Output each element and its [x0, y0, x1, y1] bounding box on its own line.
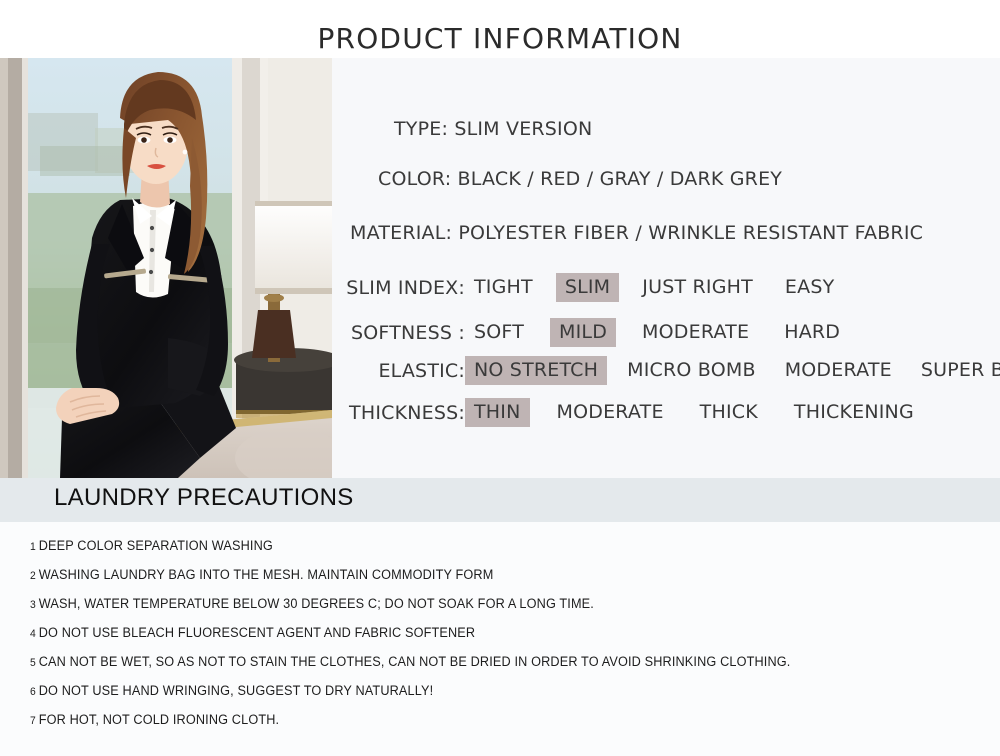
option-elastic-super-bomb[interactable]: SUPER BOMB	[912, 356, 1000, 385]
spec-row-elastic: ELASTIC: NO STRETCH MICRO BOMB MODERATE …	[342, 356, 1000, 385]
laundry-item-number: 7	[30, 715, 36, 727]
laundry-item-number: 4	[30, 628, 36, 640]
list-item: 2 WASHING LAUNDRY BAG INTO THE MESH. MAIN…	[30, 567, 493, 582]
laundry-item-text: WASH, WATER TEMPERATURE BELOW 30 DEGREES…	[38, 596, 594, 611]
laundry-item-number: 2	[30, 570, 36, 582]
laundry-item-number: 1	[30, 541, 36, 553]
option-thickness-thin[interactable]: THIN	[465, 398, 530, 427]
option-slim-index-easy[interactable]: EASY	[776, 273, 843, 302]
product-photo-illustration	[0, 58, 332, 478]
list-item: 6 DO NOT USE HAND WRINGING, SUGGEST TO DR…	[30, 683, 433, 698]
option-elastic-no-stretch[interactable]: NO STRETCH	[465, 356, 608, 385]
list-item: 5 CAN NOT BE WET, SO AS NOT TO STAIN THE …	[30, 654, 790, 669]
laundry-item-number: 6	[30, 686, 36, 698]
spec-row-softness: SOFTNESS : SOFT MILD MODERATE HARD	[342, 318, 866, 347]
list-item: 3 WASH, WATER TEMPERATURE BELOW 30 DEGREE…	[30, 596, 594, 611]
option-elastic-moderate[interactable]: MODERATE	[776, 356, 901, 385]
spec-color: COLOR: BLACK / RED / GRAY / DARK GREY	[378, 168, 783, 190]
laundry-item-text: WASHING LAUNDRY BAG INTO THE MESH. MAINT…	[38, 567, 494, 582]
page-title: PRODUCT INFORMATION	[317, 22, 683, 55]
row-label-elastic: ELASTIC:	[378, 359, 465, 382]
laundry-header-band: LAUNDRY PRECAUTIONS	[0, 478, 1000, 522]
laundry-list: 1 DEEP COLOR SEPARATION WASHING 2 WASHING …	[0, 522, 1000, 756]
laundry-item-text: DO NOT USE BLEACH FLUORESCENT AGENT AND …	[38, 625, 476, 640]
option-slim-index-just-right[interactable]: JUST RIGHT	[633, 273, 762, 302]
list-item: 1 DEEP COLOR SEPARATION WASHING	[30, 538, 273, 553]
list-item: 7 FOR HOT, NOT COLD IRONING CLOTH.	[30, 712, 279, 727]
spec-type: TYPE: SLIM VERSION	[394, 118, 593, 140]
laundry-item-text: DEEP COLOR SEPARATION WASHING	[38, 538, 273, 553]
spec-row-slim-index: SLIM INDEX: TIGHT SLIM JUST RIGHT EASY	[342, 273, 857, 302]
option-softness-mild[interactable]: MILD	[550, 318, 617, 347]
laundry-item-text: DO NOT USE HAND WRINGING, SUGGEST TO DRY…	[38, 683, 434, 698]
spec-material: MATERIAL: POLYESTER FIBER / WRINKLE RESI…	[350, 222, 924, 244]
option-thickness-moderate[interactable]: MODERATE	[548, 398, 673, 427]
laundry-item-number: 3	[30, 599, 36, 611]
option-slim-index-tight[interactable]: TIGHT	[465, 273, 542, 302]
spec-row-thickness: THICKNESS: THIN MODERATE THICK THICKENIN…	[342, 398, 941, 427]
laundry-item-text: FOR HOT, NOT COLD IRONING CLOTH.	[38, 712, 280, 727]
option-softness-soft[interactable]: SOFT	[465, 318, 533, 347]
option-slim-index-slim[interactable]: SLIM	[555, 273, 620, 302]
row-label-thickness: THICKNESS:	[349, 401, 465, 424]
option-elastic-micro-bomb[interactable]: MICRO BOMB	[618, 356, 765, 385]
list-item: 4 DO NOT USE BLEACH FLUORESCENT AGENT AND…	[30, 625, 475, 640]
option-thickness-thickening[interactable]: THICKENING	[785, 398, 923, 427]
row-label-slim-index: SLIM INDEX:	[346, 276, 465, 299]
laundry-item-number: 5	[30, 657, 36, 669]
option-softness-hard[interactable]: HARD	[775, 318, 849, 347]
laundry-item-text: CAN NOT BE WET, SO AS NOT TO STAIN THE C…	[38, 654, 791, 669]
row-label-softness: SOFTNESS :	[351, 321, 465, 344]
product-photo	[0, 58, 332, 478]
option-softness-moderate[interactable]: MODERATE	[633, 318, 758, 347]
spec-panel: TYPE: SLIM VERSION COLOR: BLACK / RED / …	[332, 58, 1000, 478]
laundry-title: LAUNDRY PRECAUTIONS	[54, 484, 354, 511]
option-thickness-thick[interactable]: THICK	[691, 398, 767, 427]
